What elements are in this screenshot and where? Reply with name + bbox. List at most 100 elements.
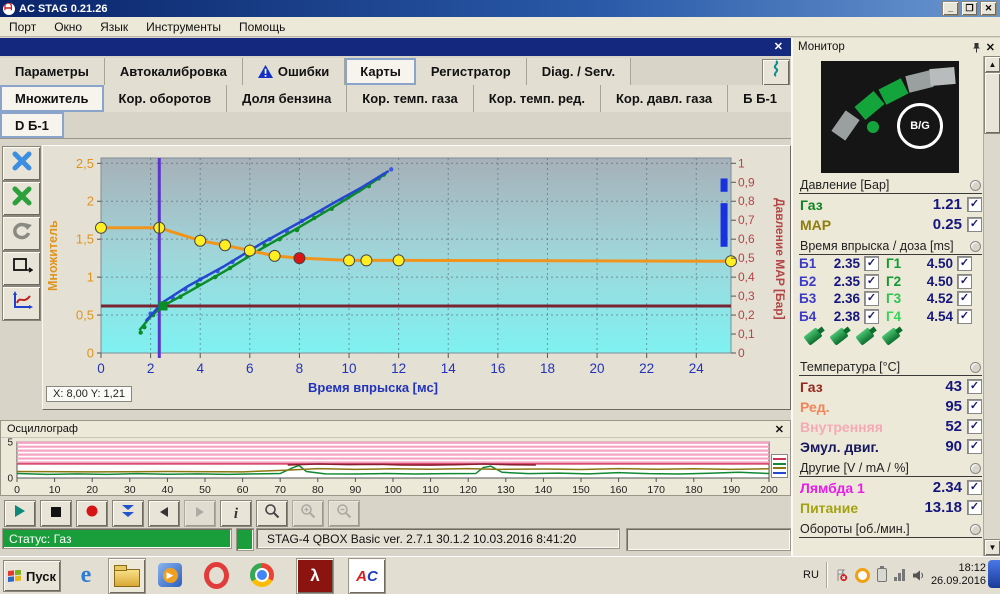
monitor-titlebar: Монитор ✕	[793, 38, 1000, 56]
info-button[interactable]: i	[220, 500, 252, 527]
section-lock-icon[interactable]	[970, 241, 981, 252]
svg-text:200: 200	[760, 484, 778, 496]
petrol-injector-checkbox[interactable]: ✓	[864, 256, 879, 271]
section-lock-icon[interactable]	[970, 463, 981, 474]
step-back-button[interactable]	[148, 500, 180, 527]
close-button[interactable]: ✕	[980, 1, 997, 16]
scroll-down-icon[interactable]: ▼	[984, 539, 1000, 556]
monitor-title: Монитор	[798, 41, 845, 53]
fast-forward-button[interactable]	[112, 500, 144, 527]
maptab-gas-pressure-corr-label: Кор. давл. газа	[616, 91, 712, 106]
maptab-b-b1[interactable]: Б Б-1	[728, 85, 793, 112]
petrol-injector-checkbox[interactable]: ✓	[864, 274, 879, 289]
injector-icon	[829, 327, 848, 346]
monitor-row: MAP0.25✓	[799, 214, 982, 234]
clear-blue-button[interactable]	[2, 146, 41, 181]
taskbar-app-opera[interactable]	[198, 558, 234, 592]
volume-icon[interactable]	[912, 570, 924, 581]
svg-text:180: 180	[685, 484, 703, 496]
tab-maps[interactable]: Карты	[345, 58, 416, 85]
gas-injector-checkbox[interactable]: ✓	[957, 274, 972, 289]
connection-button[interactable]	[762, 59, 790, 86]
petrol-injector-checkbox[interactable]: ✓	[864, 291, 879, 306]
svg-text:20: 20	[590, 361, 605, 376]
maptab-rpm-correction[interactable]: Кор. оборотов	[104, 85, 228, 112]
inner-close-icon[interactable]: ✕	[774, 40, 783, 53]
battery-icon[interactable]	[877, 568, 887, 582]
gas-petrol-switch[interactable]: B/G	[897, 103, 943, 149]
section-lock-icon[interactable]	[970, 180, 981, 191]
section-header-label: Температура [°C]	[800, 360, 900, 374]
section-lock-icon[interactable]	[970, 524, 981, 535]
tab-autocalibration[interactable]: Автокалибровка	[105, 58, 243, 85]
menu-item-help[interactable]: Помощь	[230, 20, 294, 34]
select-region-button[interactable]	[2, 251, 41, 286]
taskbar-app-file-manager[interactable]	[108, 558, 146, 594]
tab-errors[interactable]: Ошибки	[243, 58, 345, 85]
monitor-panel: Монитор ✕ B/G Давление [Бар]Газ1.21✓MAP0…	[791, 38, 1000, 556]
gas-injector-checkbox[interactable]: ✓	[957, 256, 972, 271]
record-button[interactable]	[76, 500, 108, 527]
monitor-row-checkbox[interactable]: ✓	[967, 480, 982, 495]
monitor-pair-row: Б32.36✓Г34.52✓	[799, 290, 982, 308]
restore-button[interactable]: ❐	[961, 1, 978, 16]
play-button[interactable]	[4, 500, 36, 527]
clear-green-button[interactable]	[2, 181, 41, 216]
taskbar-app-media-player[interactable]: ▶	[152, 558, 188, 592]
maptab-petrol-share[interactable]: Доля бензина	[227, 85, 347, 112]
svg-text:70: 70	[274, 484, 286, 496]
petrol-injector-checkbox[interactable]: ✓	[864, 309, 879, 324]
agent-icon[interactable]	[855, 568, 870, 583]
gas-injector-checkbox[interactable]: ✓	[957, 309, 972, 324]
svg-text:8: 8	[296, 361, 304, 376]
subtab-d-b1[interactable]: D Б-1	[0, 112, 64, 138]
signal-icon[interactable]	[894, 569, 905, 581]
clear-green-icon	[11, 186, 33, 211]
maptab-gas-pressure-corr[interactable]: Кор. давл. газа	[601, 85, 728, 112]
error-flag-icon[interactable]	[835, 569, 848, 582]
maptab-gas-temp-corr[interactable]: Кор. темп. газа	[347, 85, 473, 112]
oscilloscope-close-icon[interactable]: ✕	[775, 423, 784, 436]
menu-item-tools[interactable]: Инструменты	[137, 20, 230, 34]
scroll-up-icon[interactable]: ▲	[984, 56, 1000, 73]
menu-item-port[interactable]: Порт	[0, 20, 45, 34]
gas-injector-checkbox[interactable]: ✓	[957, 291, 972, 306]
monitor-row-checkbox[interactable]: ✓	[967, 419, 982, 434]
tab-recorder[interactable]: Регистратор	[416, 58, 527, 85]
taskbar-app-acrobat[interactable]: λ	[296, 558, 334, 594]
maptab-reducer-temp-corr[interactable]: Кор. темп. ред.	[474, 85, 601, 112]
chart-view-button[interactable]	[2, 286, 41, 321]
tray-edge-icon[interactable]	[988, 560, 1000, 588]
clock[interactable]: 18:12 26.09.2016	[931, 562, 986, 588]
oscilloscope-title: Осциллограф	[7, 423, 78, 435]
monitor-row-checkbox[interactable]: ✓	[967, 217, 982, 232]
section-lock-icon[interactable]	[970, 362, 981, 373]
pin-icon[interactable]	[972, 42, 981, 53]
minimize-button[interactable]: _	[942, 1, 959, 16]
monitor-row-checkbox[interactable]: ✓	[967, 379, 982, 394]
taskbar-app-internet-explorer[interactable]: e	[68, 558, 104, 592]
tab-parameters[interactable]: Параметры	[0, 58, 105, 85]
zoom-button[interactable]	[256, 500, 288, 527]
language-indicator[interactable]: RU	[803, 569, 819, 581]
start-button[interactable]: Пуск	[3, 560, 61, 592]
scroll-thumb[interactable]	[984, 72, 1000, 134]
monitor-scrollbar[interactable]: ▲ ▼	[983, 56, 1000, 556]
maptab-multiplier[interactable]: Множитель	[0, 85, 104, 112]
monitor-row-checkbox[interactable]: ✓	[967, 439, 982, 454]
monitor-row-checkbox[interactable]: ✓	[967, 399, 982, 414]
multiplier-map-chart[interactable]: 00,511,522,500,10,20,30,40,50,60,70,80,9…	[42, 145, 791, 410]
monitor-close-icon[interactable]: ✕	[986, 41, 995, 54]
monitor-row-checkbox[interactable]: ✓	[967, 197, 982, 212]
taskbar-app-chrome[interactable]	[244, 558, 280, 592]
monitor-row-checkbox[interactable]: ✓	[967, 500, 982, 515]
oscilloscope-chart[interactable]: 0501020304050607080901001101201301401501…	[1, 438, 790, 496]
refresh-button[interactable]	[2, 216, 41, 251]
chrome-icon	[250, 563, 274, 587]
taskbar-app-ac-stag[interactable]: AC	[348, 558, 386, 594]
tab-diag-serv[interactable]: Diag. / Serv.	[527, 58, 631, 85]
menu-item-window[interactable]: Окно	[45, 20, 91, 34]
stop-button[interactable]	[40, 500, 72, 527]
menu-item-language[interactable]: Язык	[91, 20, 137, 34]
subtab-d-b1-label: D Б-1	[15, 118, 49, 133]
